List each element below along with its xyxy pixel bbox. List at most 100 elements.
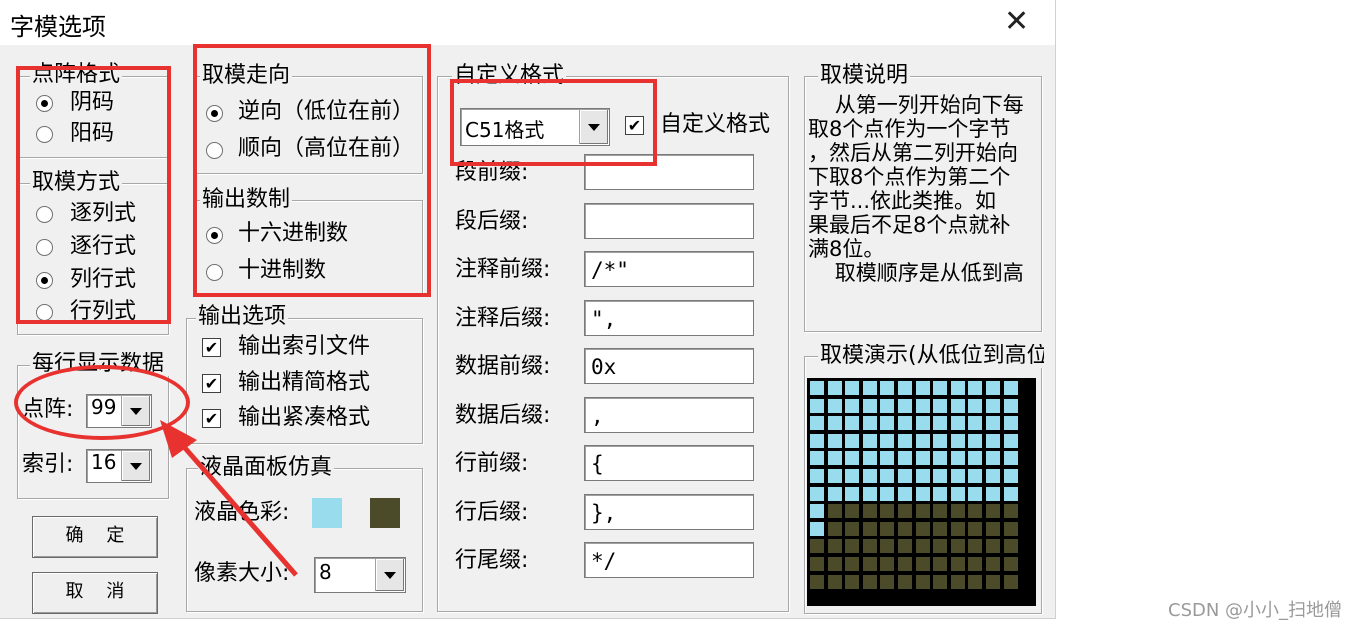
demo-pixel bbox=[915, 416, 930, 431]
radio-positive-indicator[interactable] bbox=[36, 126, 53, 143]
format-combo[interactable]: C51格式 bbox=[460, 108, 610, 146]
radio-row-column[interactable] bbox=[36, 304, 53, 321]
radio-row-wise[interactable] bbox=[36, 239, 53, 256]
pixel-size-combo[interactable]: 8 bbox=[314, 557, 406, 593]
field-input[interactable]: 0x bbox=[584, 348, 754, 384]
lcd-background-swatch[interactable] bbox=[370, 498, 400, 528]
field-label: 注释后缀: bbox=[455, 306, 551, 331]
watermark: CSDN @小小_扫地僧 bbox=[1168, 600, 1343, 621]
demo-pixel bbox=[880, 381, 895, 395]
demo-pixel bbox=[915, 539, 930, 554]
demo-pixel bbox=[915, 574, 930, 589]
field-label: 数据前缀: bbox=[455, 354, 551, 379]
ok-button[interactable]: 确 定 bbox=[32, 516, 158, 558]
field-input[interactable]: /*" bbox=[584, 251, 754, 287]
radio-positive-label: 阳码 bbox=[70, 121, 115, 146]
cancel-button[interactable]: 取 消 bbox=[32, 572, 158, 614]
demo-pixel bbox=[845, 539, 860, 554]
demo-pixel bbox=[950, 557, 965, 571]
demo-pixel bbox=[898, 574, 912, 589]
demo-pixel bbox=[862, 433, 877, 448]
demo-pixel bbox=[986, 504, 1000, 519]
demo-pixel bbox=[845, 433, 860, 448]
demo-pixel bbox=[880, 486, 895, 501]
field-input[interactable]: }, bbox=[584, 494, 754, 530]
lcd-color-label: 液晶色彩: bbox=[194, 500, 290, 525]
radio-negative-indicator[interactable] bbox=[36, 95, 53, 112]
demo-pixel bbox=[1003, 557, 1018, 571]
close-icon[interactable]: ✕ bbox=[1004, 4, 1029, 40]
demo-pixel bbox=[880, 416, 895, 431]
demo-pixel bbox=[950, 416, 965, 431]
font-options-dialog: 字模选项 ✕ 点阵格式 阴码 阳码 取模方式 逐列式 逐行式 列行式 行列式 每… bbox=[0, 0, 1056, 619]
field-label: 行后缀: bbox=[455, 500, 529, 525]
demo-pixel bbox=[968, 398, 983, 413]
demo-pixel bbox=[880, 433, 895, 448]
radio-forward[interactable] bbox=[206, 142, 223, 159]
dot-count-combo[interactable]: 99 bbox=[86, 394, 152, 428]
field-input[interactable]: { bbox=[584, 445, 754, 481]
demo-pixel bbox=[810, 416, 824, 431]
demo-pixel bbox=[827, 486, 842, 501]
field-input[interactable] bbox=[584, 203, 754, 239]
demo-pixel bbox=[845, 398, 860, 413]
demo-pixel bbox=[880, 398, 895, 413]
demo-pixel bbox=[968, 557, 983, 571]
lcd-simulation-legend: 液晶面板仿真 bbox=[198, 455, 335, 480]
demo-pixel bbox=[827, 539, 842, 554]
index-count-value: 16 bbox=[91, 450, 117, 474]
demo-pixel bbox=[810, 381, 824, 395]
radio-hexadecimal[interactable] bbox=[206, 227, 223, 244]
demo-pixel bbox=[810, 433, 824, 448]
demo-pixel bbox=[880, 557, 895, 571]
demo-pixel bbox=[933, 486, 948, 501]
sampling-mode-legend: 取模方式 bbox=[30, 170, 123, 195]
field-input[interactable]: , bbox=[584, 397, 754, 433]
demo-pixel bbox=[845, 381, 860, 395]
radio-column-wise-label: 逐列式 bbox=[70, 201, 137, 226]
demo-pixel bbox=[950, 574, 965, 589]
demo-pixel bbox=[1003, 416, 1018, 431]
chevron-down-icon[interactable] bbox=[375, 559, 404, 591]
dot-matrix-format-legend: 点阵格式 bbox=[30, 62, 123, 87]
demo-pixel bbox=[933, 521, 948, 536]
chevron-down-icon[interactable] bbox=[121, 396, 150, 426]
demo-pixel bbox=[862, 451, 877, 466]
radio-row-wise-label: 逐行式 bbox=[70, 234, 137, 259]
radio-decimal[interactable] bbox=[206, 264, 223, 281]
index-count-combo[interactable]: 16 bbox=[86, 449, 152, 483]
field-input[interactable]: ", bbox=[584, 300, 754, 336]
field-input[interactable] bbox=[584, 154, 754, 190]
lcd-foreground-swatch[interactable] bbox=[312, 498, 342, 528]
demo-pixel bbox=[950, 381, 965, 395]
demo-pixel bbox=[915, 451, 930, 466]
demo-pixel bbox=[810, 539, 824, 554]
demo-pixel bbox=[845, 521, 860, 536]
demo-pixel bbox=[933, 433, 948, 448]
chevron-down-icon[interactable] bbox=[121, 451, 150, 481]
radio-column-row[interactable] bbox=[36, 272, 53, 289]
field-input[interactable]: */ bbox=[584, 542, 754, 578]
demo-pixel bbox=[986, 469, 1000, 483]
radio-reverse[interactable] bbox=[206, 105, 223, 122]
output-index-file-checkbox[interactable]: ✔ bbox=[202, 338, 221, 357]
chevron-down-icon[interactable] bbox=[579, 110, 608, 144]
demo-pixel bbox=[915, 486, 930, 501]
demo-pixel bbox=[933, 469, 948, 483]
demo-pixel bbox=[1003, 539, 1018, 554]
demo-pixel bbox=[845, 469, 860, 483]
output-compact-format-checkbox[interactable]: ✔ bbox=[202, 374, 221, 393]
demo-pixel bbox=[827, 521, 842, 536]
demo-pixel bbox=[915, 557, 930, 571]
demo-pixel bbox=[1003, 574, 1018, 589]
radio-column-wise[interactable] bbox=[36, 206, 53, 223]
output-index-file-label: 输出索引文件 bbox=[238, 334, 371, 359]
demo-pixel bbox=[933, 416, 948, 431]
demo-pixel bbox=[845, 451, 860, 466]
output-tight-format-checkbox[interactable]: ✔ bbox=[202, 409, 221, 428]
demo-pixel bbox=[898, 381, 912, 395]
demo-pixel bbox=[933, 557, 948, 571]
custom-format-checkbox[interactable]: ✔ bbox=[625, 116, 644, 135]
demo-pixel bbox=[862, 416, 877, 431]
demo-pixel bbox=[880, 451, 895, 466]
